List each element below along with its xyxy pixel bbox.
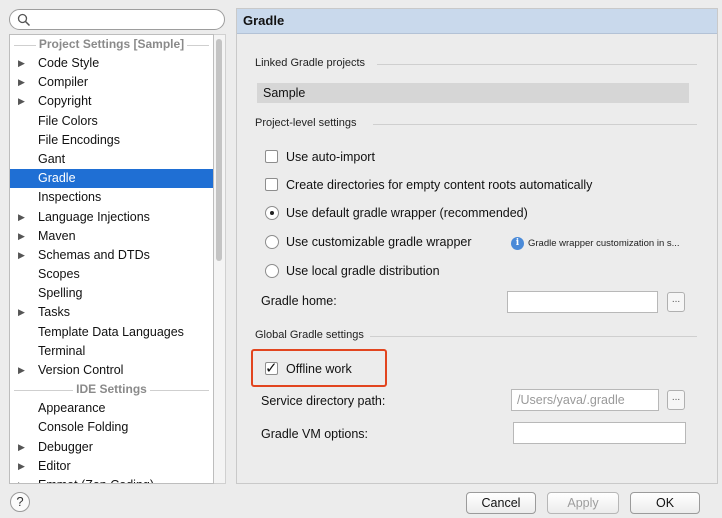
expand-arrow-icon[interactable]: ▶ bbox=[18, 361, 25, 380]
tree-item-label: Inspections bbox=[38, 190, 102, 205]
radio-selected[interactable] bbox=[265, 206, 279, 220]
tree-item-inspections[interactable]: Inspections bbox=[10, 188, 213, 207]
tree-item-label: Tasks bbox=[38, 305, 70, 320]
tree-item-language-injections[interactable]: ▶ Language Injections bbox=[10, 208, 213, 227]
gradle-home-label: Gradle home: bbox=[261, 294, 337, 308]
ide-settings-section: IDE Settings bbox=[10, 381, 213, 399]
tree-item-label: Language Injections bbox=[38, 209, 150, 224]
settings-tree[interactable]: Project Settings [Sample] ▶ Code Style ▶ Co… bbox=[9, 34, 214, 484]
tree-item-label: Code Style bbox=[38, 56, 100, 70]
tree-item-label: Schemas and DTDs bbox=[38, 247, 150, 262]
tree-item-label: Spelling bbox=[38, 286, 83, 301]
expand-arrow-icon[interactable]: ▶ bbox=[18, 303, 25, 322]
tree-scrollbar[interactable] bbox=[214, 34, 226, 484]
wrapper-info: i Gradle wrapper customization in s... bbox=[511, 235, 680, 253]
global-settings-group: Global Gradle settings bbox=[255, 329, 697, 343]
tree-item-template-data-languages[interactable]: Template Data Languages bbox=[10, 323, 213, 342]
tree-item-label: Appearance bbox=[38, 401, 106, 416]
linked-project-item[interactable]: Sample bbox=[257, 83, 689, 103]
help-button[interactable]: ? bbox=[10, 492, 30, 512]
expand-arrow-icon[interactable]: ▶ bbox=[18, 246, 25, 265]
radio-unselected[interactable] bbox=[265, 264, 279, 278]
tree-item-tasks[interactable]: ▶ Tasks bbox=[10, 303, 213, 322]
tree-item-label: Version Control bbox=[38, 363, 124, 377]
apply-button[interactable]: Apply bbox=[547, 492, 619, 514]
tree-item-code-style[interactable]: ▶ Code Style bbox=[10, 54, 213, 73]
tree-item-version-control[interactable]: ▶ Version Control bbox=[10, 361, 213, 380]
tree-item-label: Debugger bbox=[38, 439, 93, 454]
expand-arrow-icon[interactable]: ▶ bbox=[18, 457, 25, 476]
tree-item-label: Console Folding bbox=[38, 420, 129, 435]
tree-item-compiler[interactable]: ▶ Compiler bbox=[10, 73, 213, 92]
tree-item-label: File Encodings bbox=[38, 132, 120, 147]
project-settings-section: Project Settings [Sample] bbox=[10, 36, 213, 54]
expand-arrow-icon[interactable]: ▶ bbox=[18, 438, 25, 457]
tree-item-terminal[interactable]: Terminal bbox=[10, 342, 213, 361]
vm-options-field[interactable] bbox=[513, 422, 686, 444]
tree-item-label: Scopes bbox=[38, 267, 80, 282]
tree-item-file-encodings[interactable]: File Encodings bbox=[10, 131, 213, 150]
checkbox-box[interactable]: ✓ bbox=[265, 360, 278, 377]
tree-item-label: File Colors bbox=[38, 113, 98, 128]
tree-item-label: Terminal bbox=[38, 343, 86, 358]
tree-item-schemas-and-dtds[interactable]: ▶ Schemas and DTDs bbox=[10, 246, 213, 265]
tree-item-appearance[interactable]: Appearance bbox=[10, 399, 213, 418]
panel-title: Gradle bbox=[237, 9, 717, 34]
service-dir-browse-button[interactable]: ... bbox=[667, 390, 685, 410]
project-level-group: Project-level settings bbox=[255, 117, 697, 131]
tree-item-label: Gradle bbox=[38, 171, 76, 186]
scrollbar-thumb[interactable] bbox=[216, 39, 222, 261]
expand-arrow-icon[interactable]: ▶ bbox=[18, 54, 25, 73]
tree-item-debugger[interactable]: ▶ Debugger bbox=[10, 438, 213, 457]
expand-arrow-icon[interactable]: ▶ bbox=[18, 476, 25, 483]
tree-item-gradle[interactable]: Gradle bbox=[10, 169, 213, 189]
ok-button[interactable]: OK bbox=[630, 492, 700, 514]
service-dir-label: Service directory path: bbox=[261, 394, 386, 408]
service-dir-field[interactable]: /Users/yava/.gradle bbox=[511, 389, 659, 411]
tree-item-label: Gant bbox=[38, 151, 66, 166]
vm-options-label: Gradle VM options: bbox=[261, 427, 368, 441]
tree-item-label: Emmet (Zen Coding) bbox=[38, 478, 154, 483]
tree-item-scopes[interactable]: Scopes bbox=[10, 265, 213, 284]
tree-item-spelling[interactable]: Spelling bbox=[10, 284, 213, 303]
search-input[interactable] bbox=[9, 9, 225, 30]
tree-item-editor[interactable]: ▶ Editor bbox=[10, 457, 213, 476]
checkmark-icon: ✓ bbox=[265, 360, 278, 377]
radio-unselected[interactable] bbox=[265, 235, 279, 249]
tree-item-emmet-zen-coding[interactable]: ▶ Emmet (Zen Coding) bbox=[10, 476, 213, 483]
info-icon: i bbox=[511, 236, 524, 250]
tree-item-label: Maven bbox=[38, 228, 76, 243]
tree-item-maven[interactable]: ▶ Maven bbox=[10, 227, 213, 246]
expand-arrow-icon[interactable]: ▶ bbox=[18, 227, 25, 246]
tree-item-gant[interactable]: Gant bbox=[10, 150, 213, 169]
checkbox-box[interactable] bbox=[265, 178, 278, 191]
tree-item-copyright[interactable]: ▶ Copyright bbox=[10, 92, 213, 111]
linked-projects-group: Linked Gradle projects bbox=[255, 57, 697, 71]
tree-item-console-folding[interactable]: Console Folding bbox=[10, 418, 213, 437]
tree-item-file-colors[interactable]: File Colors bbox=[10, 112, 213, 131]
checkbox-box[interactable] bbox=[265, 150, 278, 163]
expand-arrow-icon[interactable]: ▶ bbox=[18, 92, 25, 111]
expand-arrow-icon[interactable]: ▶ bbox=[18, 208, 25, 227]
tree-item-label: Copyright bbox=[38, 94, 92, 109]
expand-arrow-icon[interactable]: ▶ bbox=[18, 73, 25, 92]
search-icon bbox=[17, 13, 31, 27]
tree-item-label: Compiler bbox=[38, 75, 89, 90]
gradle-home-field[interactable] bbox=[507, 291, 658, 313]
gradle-home-browse-button[interactable]: ... bbox=[667, 292, 685, 312]
tree-item-label: Template Data Languages bbox=[38, 324, 184, 339]
settings-panel: Gradle Linked Gradle projects Sample Pro… bbox=[236, 8, 718, 484]
cancel-button[interactable]: Cancel bbox=[466, 492, 536, 514]
tree-item-label: Editor bbox=[38, 458, 71, 473]
